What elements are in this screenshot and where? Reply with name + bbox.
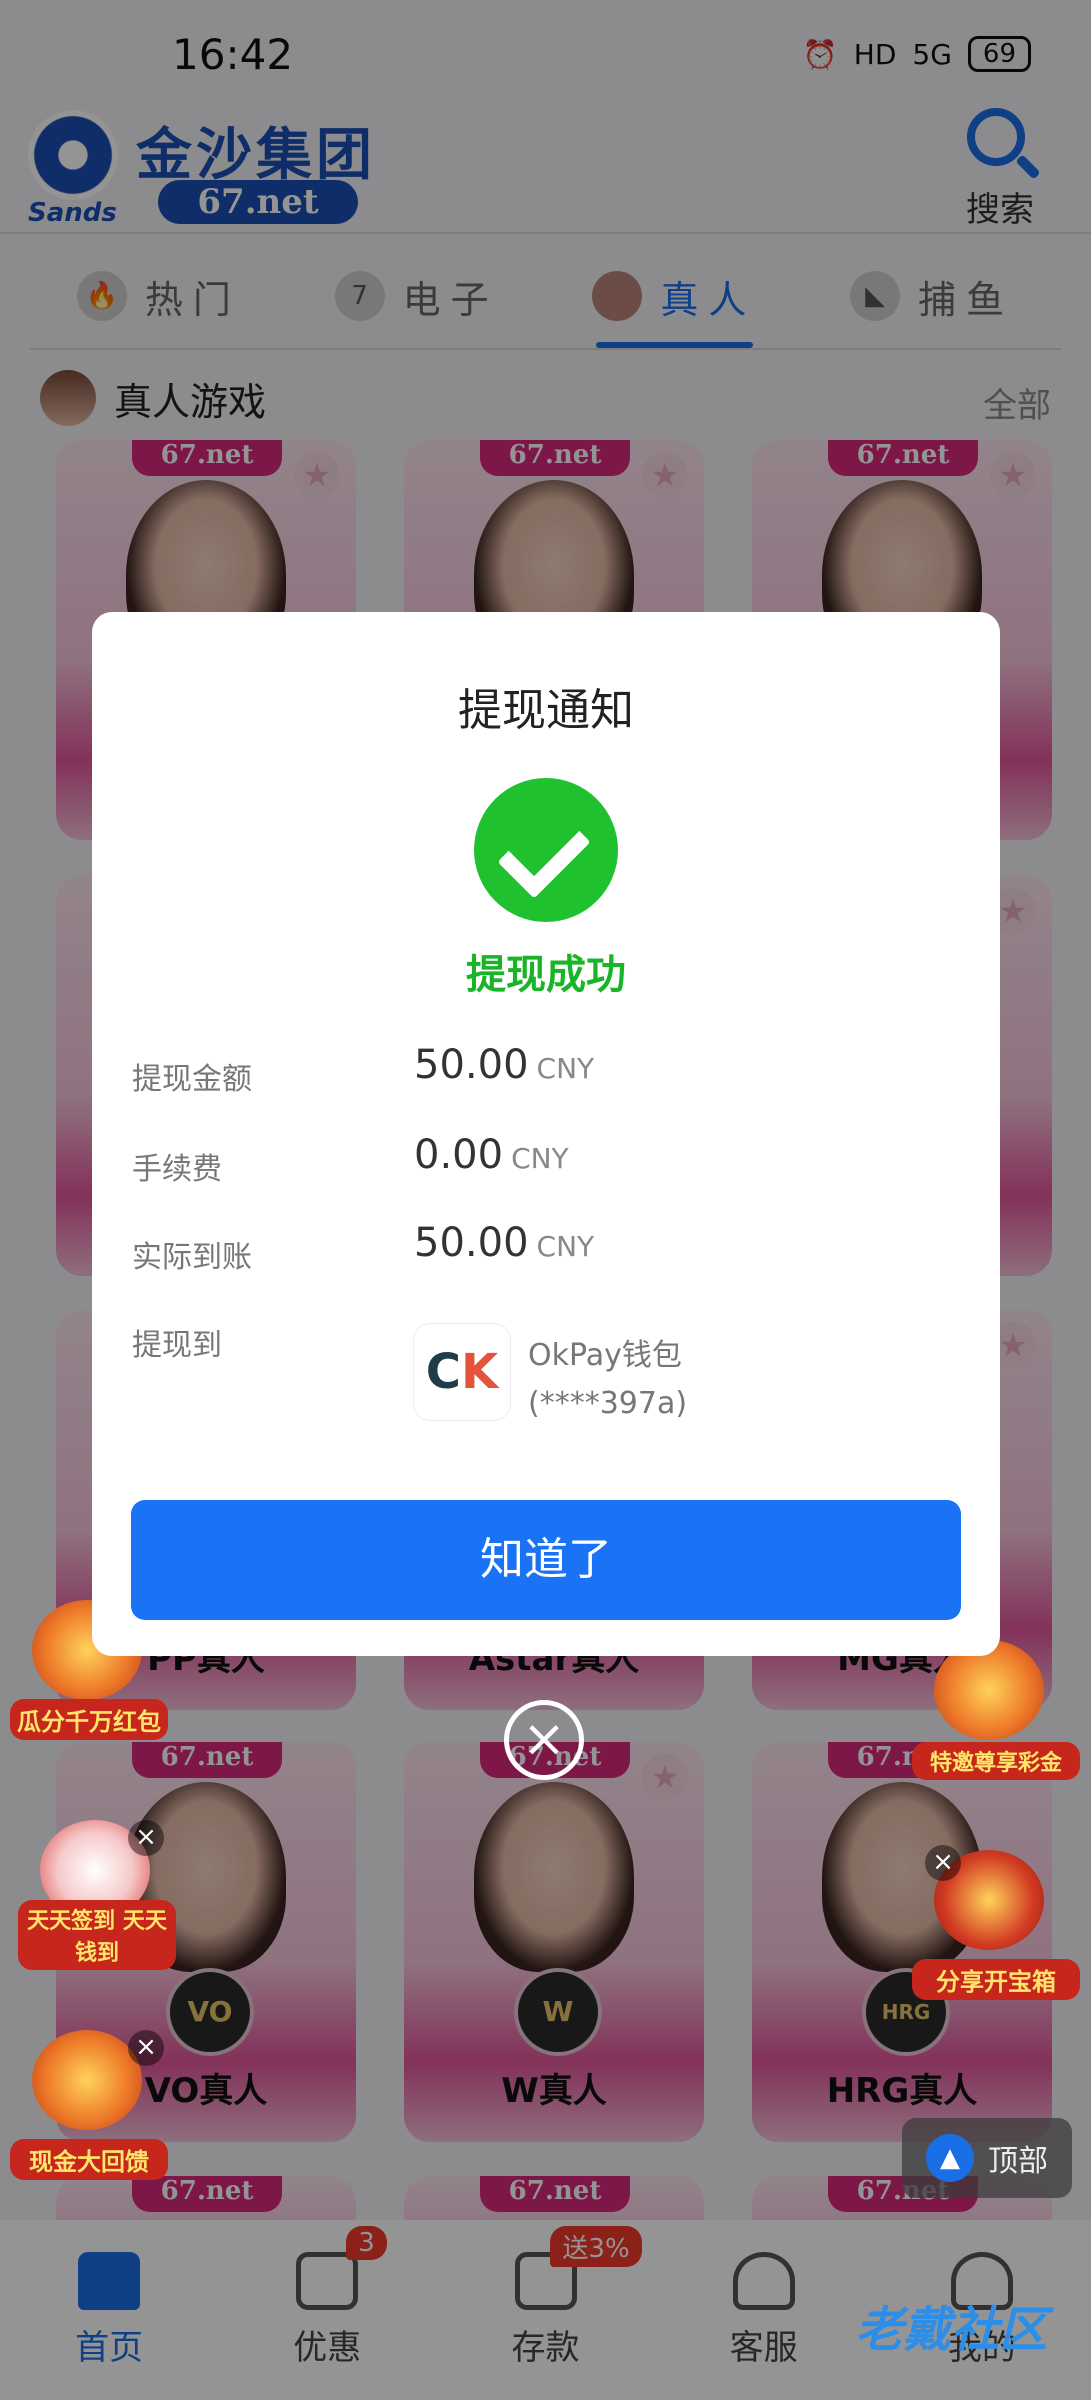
wallet-account: (****397a) [528, 1386, 688, 1421]
close-promo-button[interactable]: × [128, 2030, 164, 2066]
promo-label: 瓜分千万红包 [10, 1699, 168, 1740]
promo-vip-bonus[interactable]: 特邀尊享彩金 [912, 1640, 1080, 1780]
back-to-top-button[interactable]: ▲ 顶部 [902, 2118, 1072, 2198]
withdraw-status: 提现成功 [466, 952, 626, 998]
close-dialog-icon[interactable]: × [504, 1700, 584, 1780]
confirm-button[interactable]: 知道了 [131, 1500, 961, 1620]
wallet-name: OkPay钱包 [528, 1338, 682, 1373]
okpay-logo: CK [414, 1324, 510, 1420]
back-to-top-label: 顶部 [988, 2144, 1048, 2179]
withdraw-notice-dialog: 提现通知 提现成功 提现金额 50.00 CNY 手续费 0.00 CNY 实际到账… [92, 612, 1000, 1656]
promo-label: 特邀尊享彩金 [912, 1742, 1080, 1780]
promo-label: 现金大回馈 [10, 2139, 168, 2180]
rocket-icon: ▲ [926, 2134, 974, 2182]
mascot-icon [32, 2030, 142, 2130]
fee-label: 手续费 [132, 1152, 222, 1187]
fee-value: 0.00 CNY [414, 1132, 569, 1178]
close-promo-button[interactable]: × [925, 1845, 961, 1881]
received-label: 实际到账 [132, 1240, 252, 1275]
success-check-icon [474, 778, 618, 922]
close-promo-button[interactable]: × [128, 1820, 164, 1856]
promo-label: 天天签到 天天钱到 [18, 1900, 176, 1970]
promo-label: 分享开宝箱 [912, 1959, 1080, 2000]
received-value: 50.00 CNY [414, 1220, 595, 1266]
dialog-title: 提现通知 [458, 685, 634, 736]
amount-value: 50.00 CNY [414, 1042, 595, 1088]
amount-label: 提现金额 [132, 1062, 252, 1097]
destination-label: 提现到 [132, 1328, 222, 1363]
watermark: 老戴社区 [855, 2302, 1048, 2358]
